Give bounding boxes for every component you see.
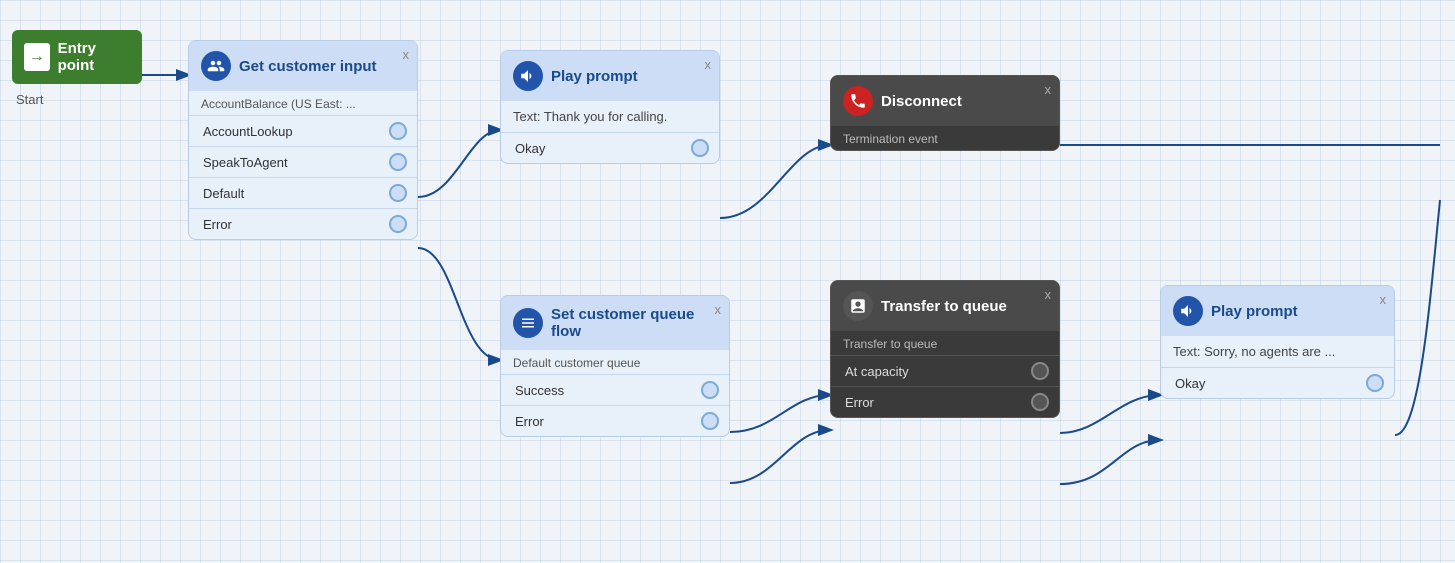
set-queue-header: Set customer queue flow x <box>501 296 729 350</box>
play-prompt-2-close[interactable]: x <box>1380 292 1387 307</box>
entry-icon: → <box>24 43 50 71</box>
port-error-transfer[interactable]: Error <box>831 386 1059 417</box>
start-label: Start <box>12 92 142 107</box>
get-input-icon <box>201 51 231 81</box>
disconnect-subtitle: Termination event <box>831 126 1059 150</box>
play-prompt-1-body: Text: Thank you for calling. <box>501 101 719 132</box>
port-dot-speak-agent[interactable] <box>389 153 407 171</box>
port-dot-error-transfer[interactable] <box>1031 393 1049 411</box>
port-dot-account-lookup[interactable] <box>389 122 407 140</box>
port-dot-at-capacity[interactable] <box>1031 362 1049 380</box>
transfer-queue-header: Transfer to queue x <box>831 281 1059 331</box>
set-queue-subtitle: Default customer queue <box>501 350 729 374</box>
port-default[interactable]: Default <box>189 177 417 208</box>
port-dot-okay-2[interactable] <box>1366 374 1384 392</box>
port-dot-success[interactable] <box>701 381 719 399</box>
transfer-queue-title: Transfer to queue <box>881 298 1007 315</box>
transfer-queue-close[interactable]: x <box>1045 287 1052 302</box>
port-error-queue[interactable]: Error <box>501 405 729 436</box>
play-prompt-1-header: Play prompt x <box>501 51 719 101</box>
disconnect-close[interactable]: x <box>1045 82 1052 97</box>
port-okay-2[interactable]: Okay <box>1161 367 1394 398</box>
disconnect-header: Disconnect x <box>831 76 1059 126</box>
disconnect-title: Disconnect <box>881 93 962 110</box>
get-input-title: Get customer input <box>239 58 377 75</box>
play-prompt-2-title: Play prompt <box>1211 303 1298 320</box>
set-queue-icon <box>513 308 543 338</box>
transfer-queue-node: Transfer to queue x Transfer to queue At… <box>830 280 1060 418</box>
port-speak-agent[interactable]: SpeakToAgent <box>189 146 417 177</box>
port-dot-error-input[interactable] <box>389 215 407 233</box>
get-input-subtitle: AccountBalance (US East: ... <box>189 91 417 115</box>
port-okay-1[interactable]: Okay <box>501 132 719 163</box>
get-input-close[interactable]: x <box>403 47 410 62</box>
play-prompt-1-title: Play prompt <box>551 68 638 85</box>
port-at-capacity[interactable]: At capacity <box>831 355 1059 386</box>
set-queue-close[interactable]: x <box>715 302 722 317</box>
play-prompt-2-body: Text: Sorry, no agents are ... <box>1161 336 1394 367</box>
port-success[interactable]: Success <box>501 374 729 405</box>
transfer-queue-subtitle: Transfer to queue <box>831 331 1059 355</box>
disconnect-icon <box>843 86 873 116</box>
entry-point-box[interactable]: → Entry point <box>12 30 142 84</box>
entry-point-node: → Entry point Start <box>12 30 142 107</box>
play-prompt-2-icon <box>1173 296 1203 326</box>
port-dot-default[interactable] <box>389 184 407 202</box>
set-queue-node: Set customer queue flow x Default custom… <box>500 295 730 437</box>
get-customer-input-node: Get customer input x AccountBalance (US … <box>188 40 418 240</box>
set-queue-title: Set customer queue flow <box>551 306 717 340</box>
play-prompt-1-node: Play prompt x Text: Thank you for callin… <box>500 50 720 164</box>
play-prompt-1-close[interactable]: x <box>705 57 712 72</box>
disconnect-node: Disconnect x Termination event <box>830 75 1060 151</box>
play-prompt-2-header: Play prompt x <box>1161 286 1394 336</box>
entry-point-label: Entry point <box>58 40 130 74</box>
transfer-queue-icon <box>843 291 873 321</box>
get-input-header: Get customer input x <box>189 41 417 91</box>
port-error-input[interactable]: Error <box>189 208 417 239</box>
play-prompt-2-node: Play prompt x Text: Sorry, no agents are… <box>1160 285 1395 399</box>
port-dot-okay-1[interactable] <box>691 139 709 157</box>
play-prompt-1-icon <box>513 61 543 91</box>
port-dot-error-queue[interactable] <box>701 412 719 430</box>
port-account-lookup[interactable]: AccountLookup <box>189 115 417 146</box>
